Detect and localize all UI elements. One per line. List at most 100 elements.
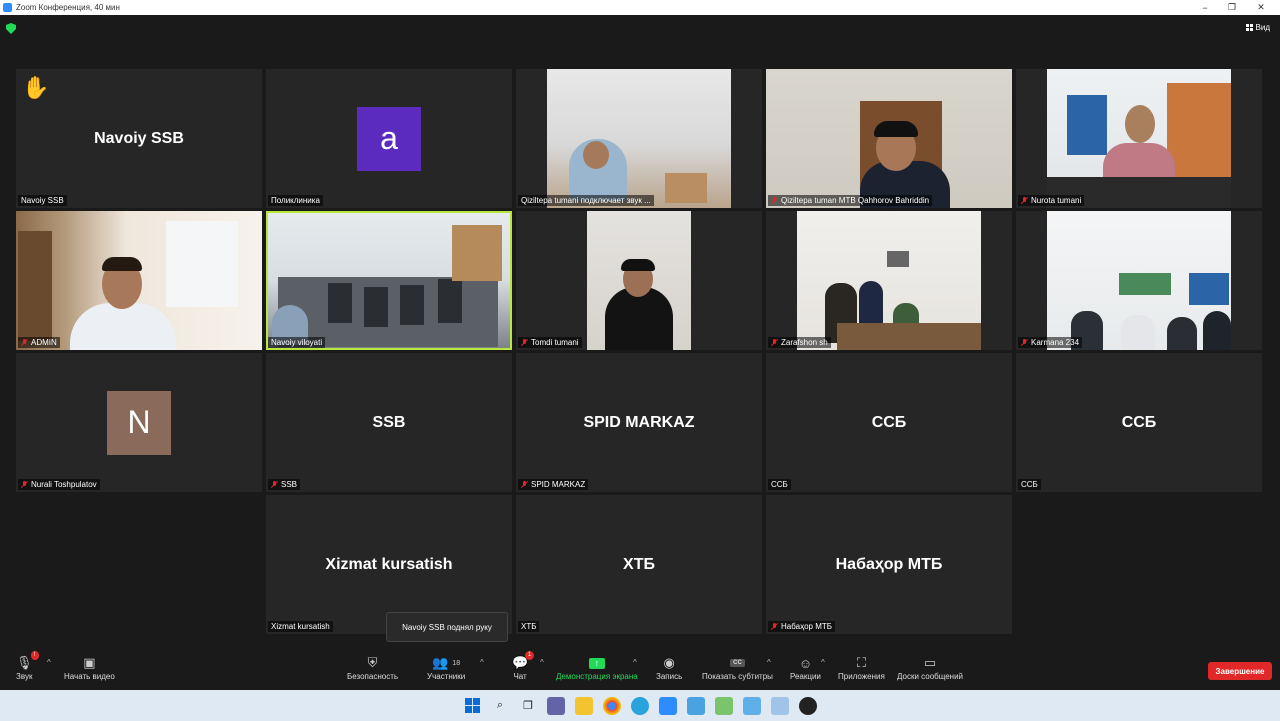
participant-tile[interactable]: SSB SSB (266, 353, 512, 492)
end-meeting-button[interactable]: Завершение (1208, 662, 1272, 680)
record-label: Запись (656, 672, 683, 681)
participant-tile[interactable]: ADMIN (16, 211, 262, 350)
raised-hand-tooltip: Navoiy SSB поднял руку (386, 612, 508, 642)
search-icon[interactable]: ⌕ (491, 697, 509, 715)
participant-video (1047, 69, 1231, 208)
participant-name-label: Zarafshon sh (768, 337, 831, 348)
participant-avatar: a (357, 106, 421, 171)
muted-mic-icon (771, 196, 778, 205)
participant-tile[interactable]: ✋ Navoiy SSB Navoiy SSB (16, 69, 262, 208)
participant-display-name: Набаҳор МТБ (835, 555, 943, 573)
participant-display-name: ССБ (1121, 413, 1157, 431)
participant-tile[interactable]: Qiziltepa tumani подключает звук ... (516, 69, 762, 208)
participant-video (16, 211, 262, 350)
reactions-label: Реакции (790, 672, 821, 681)
share-options-caret[interactable]: ^ (633, 658, 637, 667)
view-button[interactable]: Вид (1245, 23, 1270, 32)
zoom-logo-icon (3, 3, 12, 12)
record-button[interactable]: ◉ Запись (656, 654, 682, 681)
participants-button[interactable]: 👥 18 Участники (427, 654, 465, 681)
closed-captions-icon: CC (730, 659, 745, 667)
zoom-app-icon[interactable] (659, 696, 677, 715)
file-explorer-icon[interactable] (575, 696, 593, 715)
participant-display-name: ХТБ (623, 555, 655, 573)
participant-tile[interactable]: Zarafshon sh (766, 211, 1012, 350)
chat-button[interactable]: 💬 1 Чат (512, 651, 535, 681)
participants-icon: 👥 (432, 655, 449, 670)
participant-video (766, 69, 1012, 208)
muted-mic-icon (521, 480, 528, 489)
task-view-icon[interactable]: ❐ (519, 697, 537, 715)
captions-button[interactable]: CC Показать субтитры (702, 654, 773, 681)
participant-video (547, 69, 731, 208)
chrome-icon[interactable] (603, 696, 621, 715)
participant-tile[interactable]: ССБ ССБ (1016, 353, 1262, 492)
paint-icon[interactable] (715, 696, 733, 715)
captions-options-caret[interactable]: ^ (767, 658, 771, 667)
close-button[interactable]: ✕ (1248, 0, 1274, 15)
participant-tile[interactable]: Karmana 234 (1016, 211, 1262, 350)
participant-name-label: ССБ (768, 479, 791, 490)
chat-unread-badge: 1 (524, 651, 535, 660)
audio-options-caret[interactable]: ^ (47, 658, 51, 667)
participant-tile-active-speaker[interactable]: Navoiy viloyati (266, 211, 512, 350)
participant-tile[interactable]: SPID MARKAZ SPID MARKAZ (516, 353, 762, 492)
participant-name-label: SPID MARKAZ (518, 479, 589, 490)
start-video-button[interactable]: ▣ Начать видео (64, 654, 115, 681)
muted-mic-icon (1021, 338, 1028, 347)
store-icon[interactable] (687, 696, 705, 715)
reactions-button[interactable]: ☺ Реакции (790, 654, 821, 682)
whiteboard-icon: ▭ (923, 655, 937, 670)
apps-button[interactable]: ⛶ Приложения (838, 654, 885, 681)
participants-options-caret[interactable]: ^ (480, 658, 484, 667)
teams-chat-icon[interactable] (547, 696, 565, 715)
audio-label: Звук (16, 672, 33, 681)
microphone-icon: 🎙 (16, 655, 33, 670)
participant-name-label: Поликлиника (268, 195, 323, 206)
reactions-options-caret[interactable]: ^ (821, 658, 825, 667)
participant-video (1047, 211, 1231, 350)
participant-tile[interactable]: Qiziltepa tuman MTB Qahhorov Bahriddin (766, 69, 1012, 208)
participant-name-label: ХТБ (518, 621, 540, 632)
participant-tile[interactable]: a Поликлиника (266, 69, 512, 208)
participant-video (797, 211, 981, 350)
share-screen-label: Демонстрация экрана (556, 672, 638, 681)
participant-tile[interactable]: ССБ ССБ (766, 353, 1012, 492)
participants-label: Участники (427, 672, 466, 681)
meeting-toolbar: 🎙! Звук ^ ▣ Начать видео ⛨ Безопасность … (0, 648, 1280, 690)
telegram-icon[interactable] (631, 696, 649, 715)
whiteboards-button[interactable]: ▭ Доски сообщений (897, 654, 963, 681)
participant-tile[interactable]: ХТБ ХТБ (516, 495, 762, 634)
snipping-tool-icon[interactable] (743, 696, 761, 715)
minimize-button[interactable]: − (1192, 0, 1218, 15)
participant-name-label: Nurota tumani (1018, 195, 1085, 206)
security-label: Безопасность (347, 672, 399, 681)
participant-display-name: SPID MARKAZ (583, 413, 695, 431)
share-screen-button[interactable]: ↑ Демонстрация экрана (556, 654, 638, 681)
shield-icon: ⛨ (367, 655, 378, 670)
participant-tile[interactable]: Набаҳор МТБ Набаҳор МТБ (766, 495, 1012, 634)
participant-name-label: Набаҳор МТБ (768, 621, 835, 632)
media-player-icon[interactable] (799, 696, 817, 715)
security-button[interactable]: ⛨ Безопасность (347, 654, 398, 681)
participant-tile[interactable]: N Nurali Toshpulatov (16, 353, 262, 492)
participant-name-label: Xizmat kursatish (268, 621, 333, 632)
apps-icon: ⛶ (856, 655, 866, 670)
participant-display-name: ССБ (871, 413, 907, 431)
participant-display-name: SSB (372, 413, 406, 431)
participant-tile[interactable]: Tomdi tumani (516, 211, 762, 350)
audio-button[interactable]: 🎙! Звук (16, 651, 39, 681)
participant-display-name: Navoiy SSB (94, 129, 184, 147)
maximize-button[interactable]: ❐ (1219, 0, 1245, 15)
muted-mic-icon (771, 622, 778, 631)
participant-name-label: ADMIN (18, 337, 60, 348)
photos-icon[interactable] (771, 696, 789, 715)
participant-name-label: ССБ (1018, 479, 1041, 490)
smiley-icon: ☺ (798, 655, 813, 671)
chat-options-caret[interactable]: ^ (540, 658, 544, 667)
security-shield-icon[interactable] (6, 23, 16, 34)
participant-tile[interactable]: Nurota tumani (1016, 69, 1262, 208)
apps-label: Приложения (838, 672, 885, 681)
windows-start-icon[interactable] (463, 697, 481, 715)
chat-label: Чат (513, 672, 527, 681)
